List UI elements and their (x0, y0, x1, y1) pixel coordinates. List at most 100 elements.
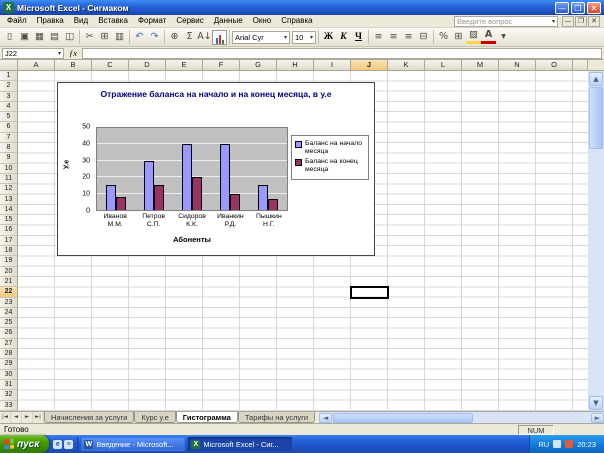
row-header[interactable]: 4 (0, 102, 18, 112)
row-header[interactable]: 2 (0, 81, 18, 91)
row-header[interactable]: 31 (0, 380, 18, 390)
tray-icon[interactable] (553, 440, 561, 448)
fill-color-icon[interactable]: ▨ (466, 30, 481, 44)
chart-bar[interactable] (182, 144, 192, 210)
column-header[interactable]: M (462, 60, 499, 71)
taskbar-task-excel[interactable]: X Microsoft Excel - Сиг... (188, 437, 292, 451)
scroll-down-icon[interactable]: ▼ (589, 396, 603, 410)
row-header[interactable]: 10 (0, 164, 18, 174)
column-header[interactable]: E (166, 60, 203, 71)
row-header[interactable]: 29 (0, 359, 18, 369)
autosum-icon[interactable]: Σ (182, 30, 197, 45)
chart-bar[interactable] (144, 161, 154, 210)
menu-tools[interactable]: Сервис (171, 15, 208, 27)
bold-button[interactable]: Ж (321, 30, 336, 45)
selected-cell[interactable] (350, 286, 389, 299)
column-header[interactable]: B (55, 60, 92, 71)
scroll-left-icon[interactable]: ◄ (319, 413, 332, 423)
row-header[interactable]: 18 (0, 246, 18, 256)
chart-bar[interactable] (258, 185, 268, 210)
chart-bar[interactable] (268, 199, 278, 210)
ask-question-input[interactable]: Введите вопрос ▾ (454, 16, 558, 27)
column-header[interactable]: K (388, 60, 425, 71)
first-sheet-icon[interactable]: |◄ (0, 412, 11, 423)
row-header[interactable]: 7 (0, 133, 18, 143)
row-header[interactable]: 15 (0, 215, 18, 225)
taskbar-task-word[interactable]: W Введение - Microsoft... (81, 437, 185, 451)
column-header[interactable]: F (203, 60, 240, 71)
row-header[interactable]: 30 (0, 370, 18, 380)
previous-sheet-icon[interactable]: ◄ (11, 412, 22, 423)
language-indicator[interactable]: RU (538, 440, 549, 449)
row-header[interactable]: 33 (0, 401, 18, 411)
row-header[interactable]: 28 (0, 349, 18, 359)
column-header[interactable]: N (499, 60, 536, 71)
row-header[interactable]: 25 (0, 318, 18, 328)
chart-bar[interactable] (154, 185, 164, 210)
chart-bar[interactable] (230, 194, 240, 210)
percent-style-icon[interactable]: % (436, 30, 451, 45)
copy-icon[interactable]: ⊞ (97, 30, 112, 45)
cut-icon[interactable]: ✂ (82, 30, 97, 45)
menu-edit[interactable]: Правка (32, 15, 69, 27)
redo-icon[interactable]: ↷ (147, 30, 162, 45)
quick-launch-icon[interactable]: ≡ (64, 440, 73, 449)
last-sheet-icon[interactable]: ►| (33, 412, 44, 423)
print-preview-icon[interactable]: ◫ (62, 30, 77, 45)
chart-bar[interactable] (220, 144, 230, 210)
column-header[interactable]: A (18, 60, 55, 71)
menu-file[interactable]: Файл (2, 15, 32, 27)
column-header-selected[interactable]: J (351, 60, 388, 71)
tray-icon[interactable] (565, 440, 573, 448)
sheet-tab-active[interactable]: Гистограмма (176, 412, 238, 423)
formula-input[interactable] (82, 48, 602, 59)
vertical-scroll-thumb[interactable] (589, 87, 603, 149)
sort-ascending-icon[interactable]: А↓ (197, 30, 212, 45)
menu-window[interactable]: Окно (248, 15, 277, 27)
borders-icon[interactable]: ⊞ (451, 30, 466, 45)
font-name-select[interactable]: Arial Cyr ▾ (232, 31, 290, 44)
row-header[interactable]: 8 (0, 143, 18, 153)
menu-data[interactable]: Данные (209, 15, 248, 27)
row-header[interactable]: 21 (0, 277, 18, 287)
chart[interactable]: Отражение баланса на начало и на конец м… (57, 82, 375, 256)
align-left-icon[interactable]: ≡ (371, 30, 386, 45)
menu-help[interactable]: Справка (276, 15, 317, 27)
workbook-minimize-button[interactable]: — (562, 16, 574, 27)
chart-wizard-icon[interactable] (212, 30, 227, 45)
row-header[interactable]: 16 (0, 225, 18, 235)
menu-format[interactable]: Формат (133, 15, 171, 27)
undo-icon[interactable]: ↶ (132, 30, 147, 45)
start-button[interactable]: пуск (0, 435, 49, 453)
column-header[interactable]: O (536, 60, 573, 71)
row-header[interactable]: 19 (0, 256, 18, 266)
row-header[interactable]: 26 (0, 328, 18, 338)
column-header[interactable]: G (240, 60, 277, 71)
paste-icon[interactable]: ▥ (112, 30, 127, 45)
horizontal-scroll-thumb[interactable] (333, 413, 473, 423)
menu-view[interactable]: Вид (69, 15, 93, 27)
row-header[interactable]: 13 (0, 195, 18, 205)
row-header-selected[interactable]: 22 (0, 287, 18, 297)
sheet-tab[interactable]: Начисления за услуги (44, 412, 134, 423)
scroll-up-icon[interactable]: ▲ (589, 72, 603, 86)
row-header[interactable]: 11 (0, 174, 18, 184)
scroll-right-icon[interactable]: ► (591, 413, 604, 423)
horizontal-scrollbar[interactable]: ◄ ► (319, 412, 604, 423)
row-header[interactable]: 23 (0, 298, 18, 308)
vertical-scrollbar[interactable]: ▲ ▼ (588, 71, 604, 411)
menu-insert[interactable]: Вставка (93, 15, 133, 27)
hyperlink-icon[interactable]: ⊕ (167, 30, 182, 45)
font-size-select[interactable]: 10 ▾ (292, 31, 316, 44)
select-all-corner[interactable] (0, 60, 18, 71)
sheet-tab[interactable]: Тарифы на услуги (238, 412, 315, 423)
row-header[interactable]: 24 (0, 308, 18, 318)
row-header[interactable]: 5 (0, 112, 18, 122)
row-header[interactable]: 32 (0, 390, 18, 400)
chart-bar[interactable] (106, 185, 116, 210)
close-button[interactable]: ✕ (587, 2, 601, 14)
quick-launch-icon[interactable]: e (53, 440, 62, 449)
column-header[interactable]: C (92, 60, 129, 71)
name-box[interactable]: J22 ▾ (2, 48, 64, 59)
column-header[interactable]: L (425, 60, 462, 71)
